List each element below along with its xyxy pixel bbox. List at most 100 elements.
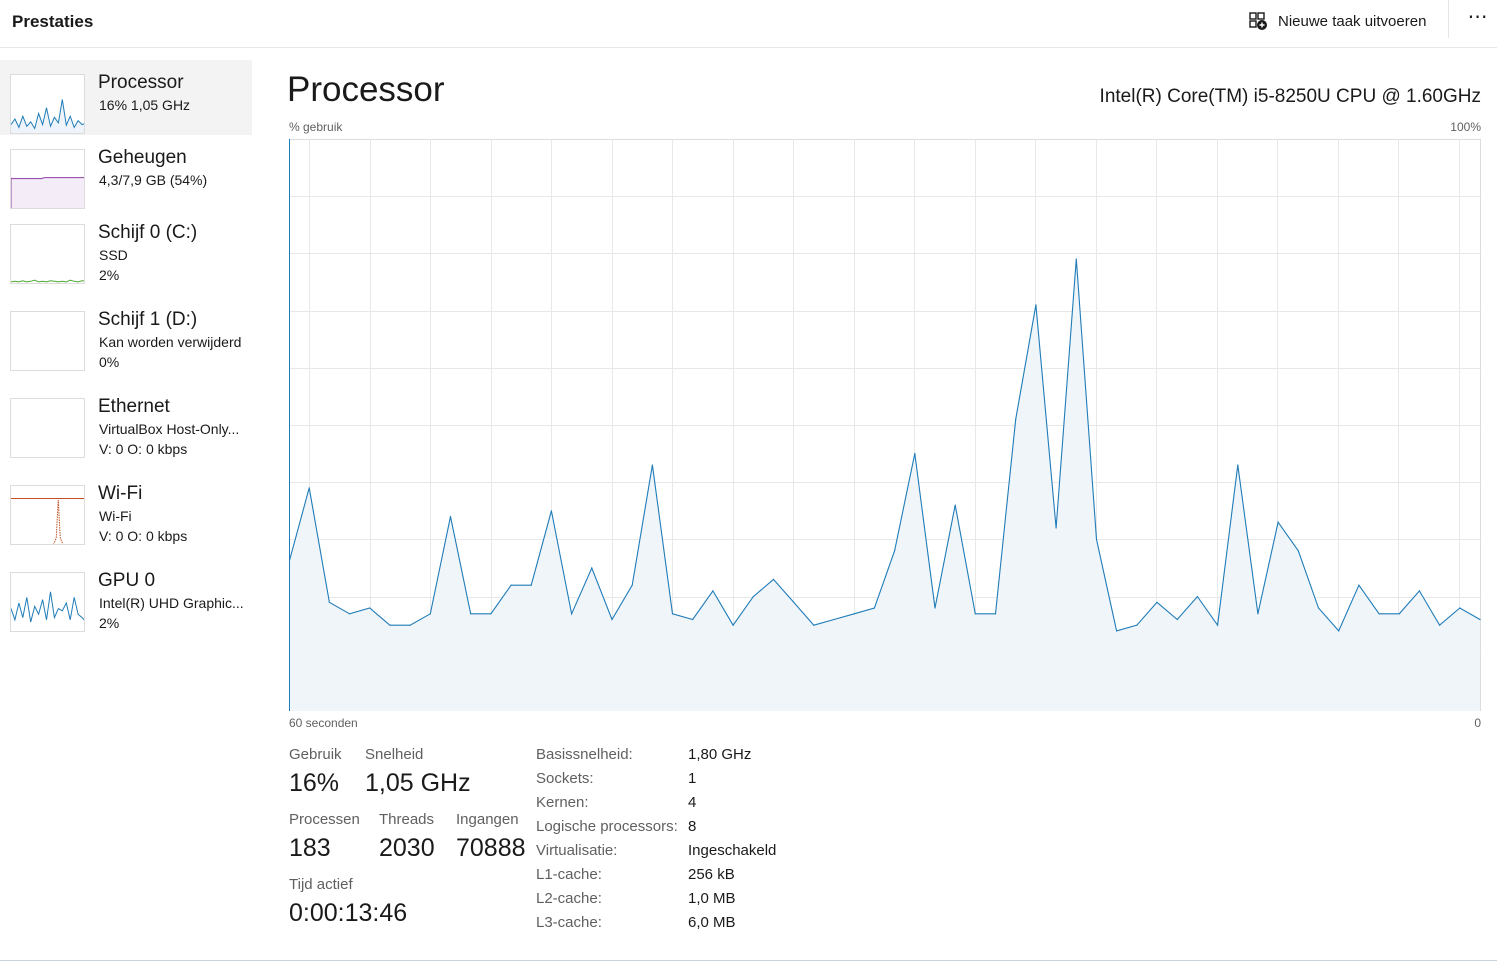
processor-thumbnail [10, 74, 85, 134]
handles-label: Ingangen [456, 811, 519, 828]
sidebar-item-name: Processor [98, 72, 184, 93]
speed-label: Snelheid [365, 746, 424, 763]
cpu-usage-point [389, 624, 391, 626]
spec-label: Sockets: [536, 770, 594, 787]
spec-value: 1 [688, 770, 697, 787]
cpu-usage-point [409, 624, 411, 626]
cpu-usage-point [1196, 596, 1198, 598]
sidebar-item-disk-1[interactable]: Schijf 1 (D:) Kan worden verwijderd 0% [0, 297, 252, 384]
cpu-usage-point [1418, 590, 1420, 592]
sidebar-item-processor[interactable]: Processor 16% 1,05 GHz [0, 60, 252, 135]
threads-label: Threads [379, 811, 435, 828]
spec-value: Ingeschakeld [688, 842, 777, 859]
usage-label: Gebruik [289, 746, 342, 763]
cpu-usage-point [793, 601, 795, 603]
cpu-usage-point [1055, 527, 1057, 529]
performance-sidebar: Processor 16% 1,05 GHz Geheugen 4,3/7,9 … [0, 60, 252, 645]
cpu-usage-point [328, 601, 330, 603]
cpu-usage-point [1237, 464, 1239, 466]
cpu-usage-point [490, 613, 492, 615]
cpu-usage-point [1075, 258, 1077, 260]
cpu-usage-point [550, 510, 552, 512]
cpu-usage-point [1358, 584, 1360, 586]
page-title: Prestaties [12, 12, 94, 31]
spec-label: Virtualisatie: [536, 842, 618, 859]
sidebar-item-name: Schijf 1 (D:) [98, 309, 198, 330]
bottom-divider [0, 960, 1497, 961]
cpu-usage-point [470, 613, 472, 615]
cpu-usage-point [974, 613, 976, 615]
spec-label: Logische processors: [536, 818, 678, 835]
spec-value: 6,0 MB [688, 914, 736, 931]
cpu-usage-point [994, 613, 997, 615]
run-new-task-button[interactable]: Nieuwe taak uitvoeren [1240, 6, 1434, 36]
sidebar-item-name: Ethernet [98, 396, 170, 417]
wifi-traffic-line [53, 499, 64, 544]
cpu-usage-point [1116, 630, 1118, 632]
cpu-usage-point [349, 613, 351, 615]
cpu-usage-point [1338, 630, 1340, 632]
sidebar-item-disk-0[interactable]: Schijf 0 (C:) SSD 2% [0, 210, 252, 297]
cpu-usage-point [772, 578, 775, 580]
wifi-thumbnail [10, 485, 85, 545]
ethernet-thumbnail [10, 398, 85, 458]
x-axis-right-label: 0 [1474, 716, 1481, 730]
spec-value: 4 [688, 794, 697, 811]
section-title: Processor [287, 70, 445, 109]
spec-label: Kernen: [536, 794, 589, 811]
cpu-usage-point [1398, 613, 1400, 615]
sidebar-item-usage: 2% [99, 267, 120, 283]
cpu-usage-point [1257, 613, 1259, 615]
spec-label: L2-cache: [536, 890, 602, 907]
sidebar-item-memory[interactable]: Geheugen 4,3/7,9 GB (54%) [0, 135, 252, 210]
cpu-usage-point [1297, 550, 1299, 552]
cpu-model-name: Intel(R) Core(TM) i5-8250U CPU @ 1.60GHz [1099, 86, 1481, 107]
spec-label: Basissnelheid: [536, 746, 633, 763]
processes-label: Processen [289, 811, 360, 828]
cpu-usage-point [813, 624, 815, 626]
thumbnail-line [11, 591, 84, 623]
uptime-value: 0:00:13:46 [289, 899, 408, 927]
cpu-usage-point [1217, 624, 1219, 626]
y-axis-label: % gebruik [289, 120, 343, 134]
sidebar-item-usage: V: 0 O: 0 kbps [99, 528, 188, 544]
cpu-usage-point [1035, 304, 1037, 306]
cpu-usage-point [611, 618, 613, 621]
sidebar-item-detail: Wi-Fi [99, 508, 132, 524]
run-new-task-label: Nieuwe taak uitvoeren [1278, 12, 1427, 30]
sidebar-item-gpu-0[interactable]: GPU 0 Intel(R) UHD Graphic... 2% [0, 558, 252, 645]
sidebar-item-usage: 0% [99, 354, 120, 370]
cpu-usage-point [1439, 624, 1441, 626]
cpu-usage-point [954, 504, 956, 506]
spec-label: L1-cache: [536, 866, 602, 883]
thumbnail-line [11, 279, 84, 283]
cpu-usage-point [873, 607, 876, 609]
sidebar-item-detail: Kan worden verwijderd [99, 334, 242, 350]
cpu-usage-point [1317, 607, 1320, 609]
sidebar-item-ethernet[interactable]: Ethernet VirtualBox Host-Only... V: 0 O:… [0, 384, 252, 471]
spec-value: 256 kB [688, 866, 735, 883]
cpu-usage-point [449, 515, 452, 518]
handles-value: 70888 [456, 834, 526, 862]
title-bar: Prestaties Nieuwe taak uitvoeren ⋯ [0, 0, 1497, 48]
memory-fill [11, 177, 84, 208]
cpu-usage-point [732, 624, 734, 626]
memory-thumbnail [10, 149, 85, 209]
disk-0-thumbnail [10, 224, 85, 284]
cpu-usage-point [1136, 624, 1138, 626]
more-options-button[interactable]: ⋯ [1460, 7, 1496, 32]
cpu-usage-point [752, 596, 754, 598]
cpu-usage-point [1156, 601, 1158, 603]
sidebar-item-detail: Intel(R) UHD Graphic... [99, 595, 244, 611]
cpu-usage-point [530, 584, 532, 586]
spec-value: 1,80 GHz [688, 746, 752, 763]
cpu-usage-point [914, 453, 916, 455]
sidebar-item-name: GPU 0 [98, 570, 156, 591]
cpu-usage-chart [289, 139, 1481, 711]
sidebar-item-wifi[interactable]: Wi-Fi Wi-Fi V: 0 O: 0 kbps [0, 471, 252, 558]
cpu-usage-point [591, 567, 593, 569]
cpu-usage-point [712, 590, 714, 592]
cpu-usage-chart-svg [289, 139, 1481, 711]
new-task-icon [1249, 12, 1267, 30]
sidebar-item-name: Schijf 0 (C:) [98, 222, 198, 243]
